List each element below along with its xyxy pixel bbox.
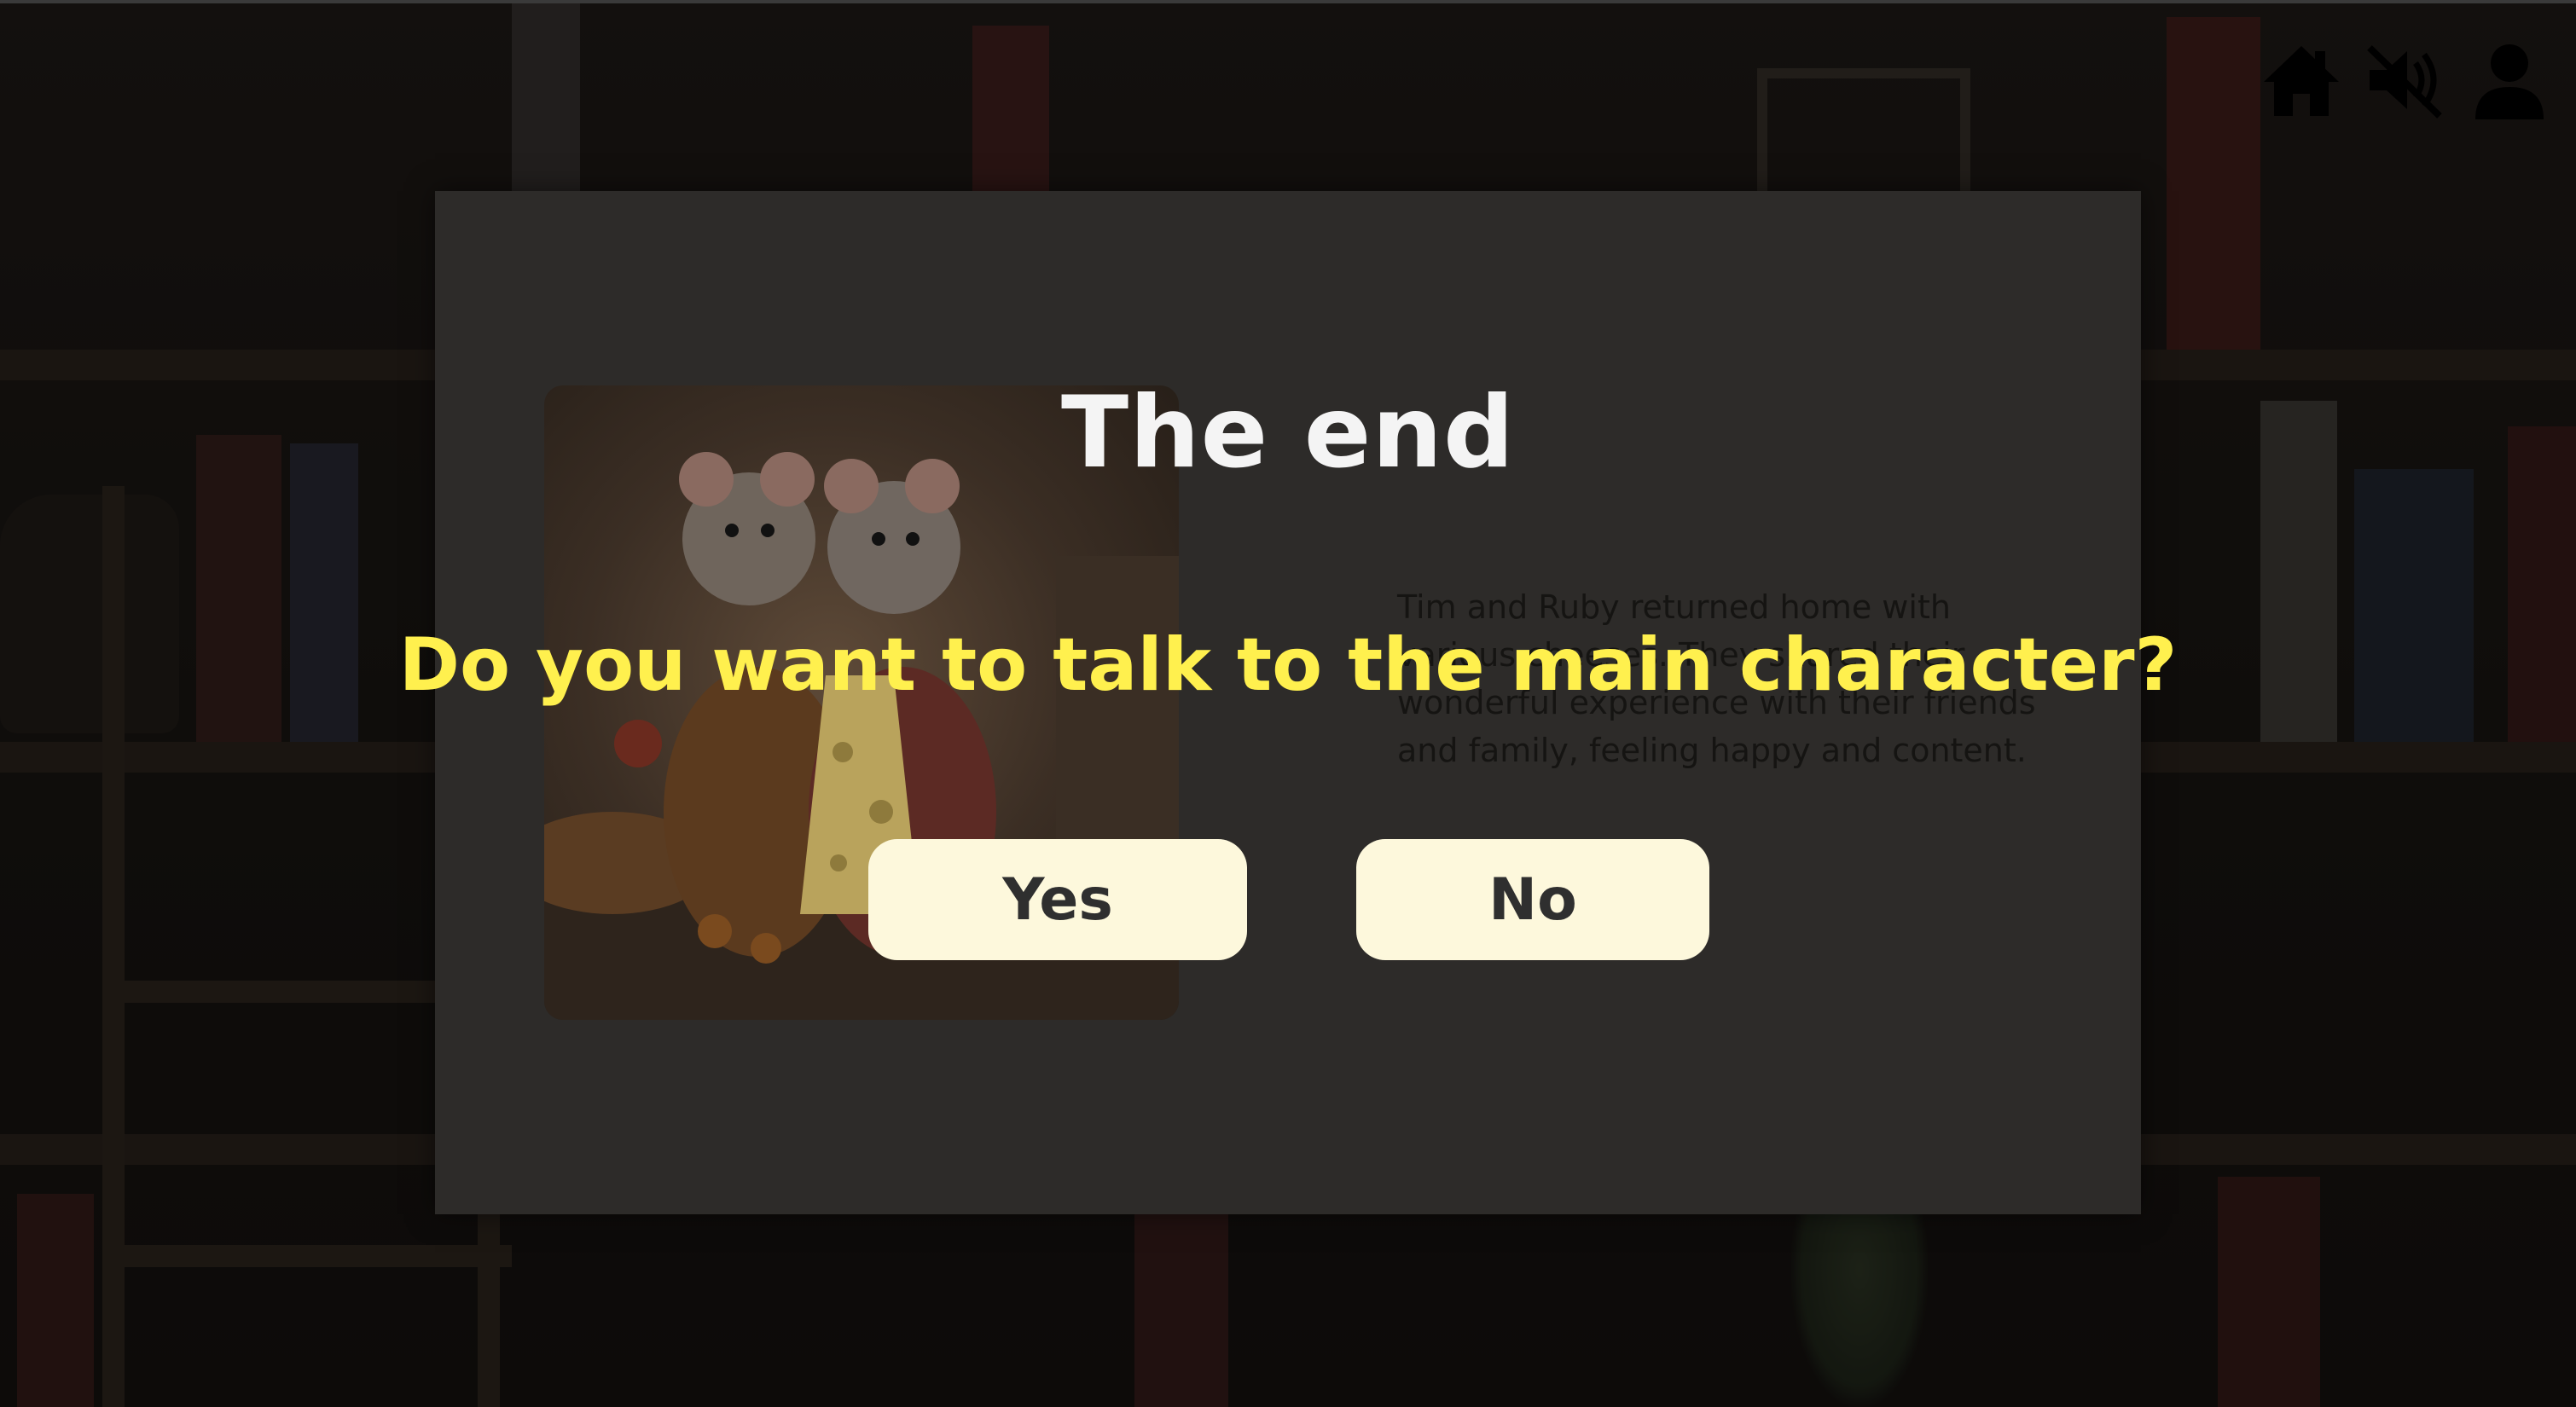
end-dialog: The end Do you want to talk to the main … [0,0,2576,1407]
no-button[interactable]: No [1356,839,1709,960]
yes-button[interactable]: Yes [868,839,1247,960]
dialog-title: The end [1060,375,1516,490]
home-icon[interactable] [2259,38,2344,123]
dialog-question: Do you want to talk to the main characte… [398,622,2178,708]
speaker-muted-icon[interactable] [2361,38,2446,123]
window-top-border [0,0,2576,3]
user-icon[interactable] [2467,38,2552,123]
